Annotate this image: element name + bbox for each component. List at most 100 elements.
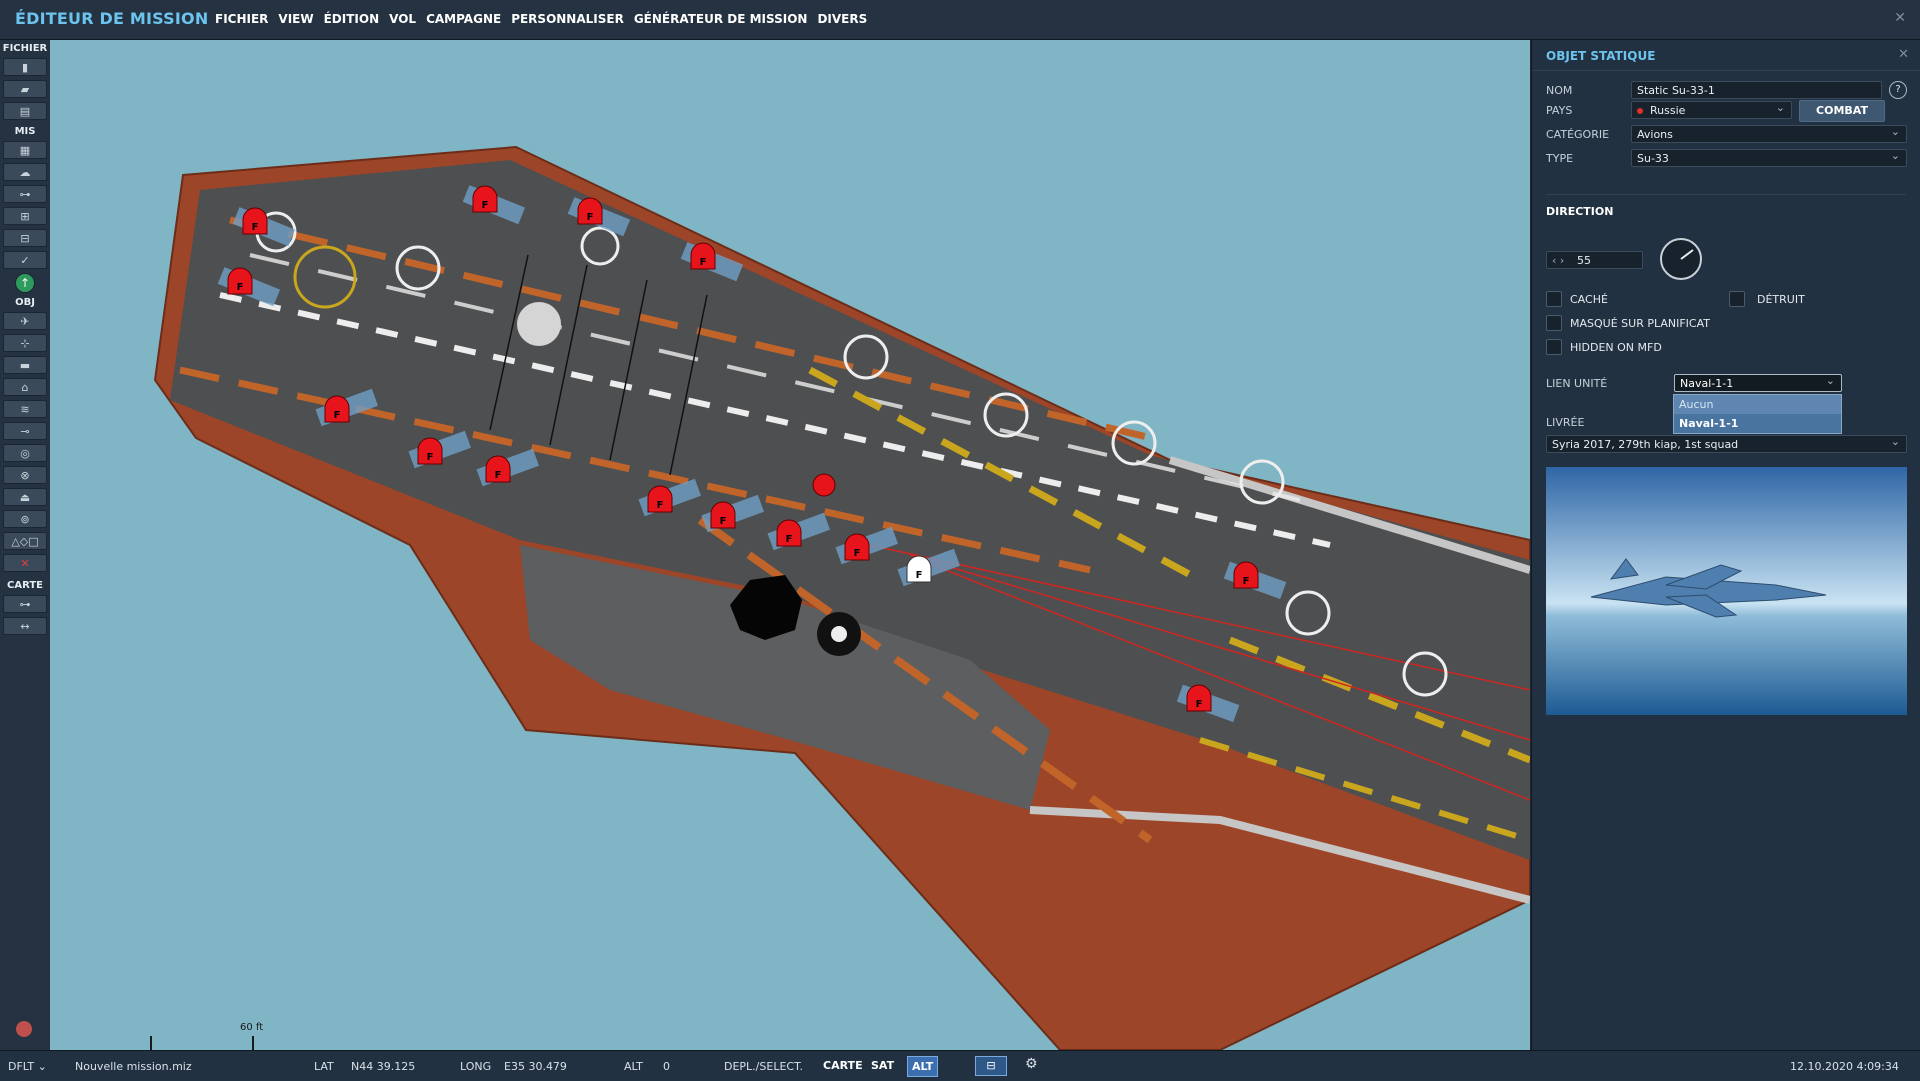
plane-icon[interactable]: ✈: [3, 312, 47, 330]
static-object-panel: OBJET STATIQUE ✕ NOM Static Su-33-1 ? PA…: [1531, 40, 1920, 1050]
map-mode-sat[interactable]: SAT: [867, 1056, 898, 1075]
category-select[interactable]: Avions: [1631, 123, 1907, 143]
svg-text:F: F: [657, 500, 664, 511]
dropdown-option-selected[interactable]: Naval-1-1: [1674, 414, 1841, 433]
direction-title: DIRECTION: [1546, 205, 1614, 218]
menu-campagne[interactable]: CAMPAGNE: [421, 12, 506, 26]
hidden-mfd-checkbox[interactable]: [1546, 339, 1562, 355]
heading-value: 55: [1577, 254, 1591, 267]
type-select[interactable]: Su-33: [1631, 147, 1907, 167]
svg-text:F: F: [700, 257, 707, 268]
type-label: TYPE: [1546, 152, 1574, 165]
destroyed-checkbox[interactable]: [1729, 291, 1745, 307]
menu-edition[interactable]: ÉDITION: [319, 12, 385, 26]
zone-icon[interactable]: ◎: [3, 444, 47, 462]
target-icon[interactable]: ⊗: [3, 466, 47, 484]
link-unit-dropdown-list: Aucun Naval-1-1: [1673, 394, 1842, 434]
heading-spinner[interactable]: ‹ › 55: [1546, 251, 1643, 269]
lat-label: LAT: [314, 1060, 334, 1073]
help-icon[interactable]: ?: [1889, 81, 1907, 99]
map-scale-label: 60 ft: [240, 1022, 264, 1033]
heading-dial[interactable]: [1658, 236, 1704, 282]
link-unit-label: LIEN UNITÉ: [1546, 377, 1608, 390]
menu-generateur[interactable]: GÉNÉRATEUR DE MISSION: [629, 12, 813, 26]
svg-text:F: F: [587, 212, 594, 223]
svg-text:F: F: [720, 516, 727, 527]
hidden-label: CACHÉ: [1570, 293, 1608, 306]
livery-select[interactable]: Syria 2017, 279th kiap, 1st squad: [1546, 433, 1907, 453]
ship-icon[interactable]: ⌂: [3, 378, 47, 396]
layers-icon[interactable]: ⊟: [975, 1056, 1007, 1076]
template-icon[interactable]: ⊚: [3, 510, 47, 528]
map-view[interactable]: F F F F F F F F F F F F F F F 60 ft: [50, 40, 1530, 1050]
country-value: Russie: [1650, 104, 1686, 117]
svg-text:F: F: [1243, 576, 1250, 587]
static-object-icon[interactable]: ⏏: [3, 488, 47, 506]
destroyed-label: DÉTRUIT: [1757, 293, 1805, 306]
svg-text:F: F: [786, 534, 793, 545]
panel-title: OBJET STATIQUE: [1546, 49, 1656, 63]
svg-text:F: F: [1196, 699, 1203, 710]
map-mode-alt[interactable]: ALT: [907, 1056, 939, 1077]
briefing-icon[interactable]: ▦: [3, 141, 47, 159]
svg-text:F: F: [252, 222, 259, 233]
app-title: ÉDITEUR DE MISSION: [15, 9, 209, 28]
svg-text:F: F: [237, 282, 244, 293]
helicopter-icon[interactable]: ⊹: [3, 334, 47, 352]
mission-file-name: Nouvelle mission.miz: [75, 1060, 192, 1073]
panel-header: OBJET STATIQUE ✕: [1532, 40, 1920, 71]
menu-personnaliser[interactable]: PERSONNALISER: [506, 12, 629, 26]
map-mode-carte[interactable]: CARTE: [819, 1056, 867, 1075]
country-flag-dot: [1637, 108, 1643, 114]
category-label: CATÉGORIE: [1546, 128, 1610, 141]
close-icon[interactable]: ✕: [1898, 47, 1909, 62]
name-label: NOM: [1546, 84, 1573, 97]
open-folder-icon[interactable]: ▰: [3, 80, 47, 98]
hidden-checkbox[interactable]: [1546, 291, 1562, 307]
country-select[interactable]: Russie: [1631, 99, 1792, 119]
toolbar-section-objects: OBJ: [15, 297, 35, 308]
svg-text:F: F: [334, 410, 341, 421]
name-field[interactable]: Static Su-33-1: [1631, 81, 1882, 99]
delete-icon[interactable]: ✕: [3, 554, 47, 572]
shapes-icon[interactable]: △◇□: [3, 532, 47, 550]
waypoint-icon[interactable]: ⊸: [3, 422, 47, 440]
new-file-icon[interactable]: ▮: [3, 58, 47, 76]
carrier-deck-map[interactable]: F F F F F F F F F F F F F F F: [50, 40, 1530, 1050]
svg-text:F: F: [482, 200, 489, 211]
triggers-icon[interactable]: ⊞: [3, 207, 47, 225]
hidden-planner-label: MASQUÉ SUR PLANIFICAT: [1570, 317, 1710, 330]
long-label: LONG: [460, 1060, 492, 1073]
resources-icon[interactable]: ⊟: [3, 229, 47, 247]
ground-unit-icon[interactable]: ▬: [3, 356, 47, 374]
structure-icon[interactable]: ≋: [3, 400, 47, 418]
menu-divers[interactable]: DIVERS: [812, 12, 872, 26]
menu-vol[interactable]: VOL: [384, 12, 421, 26]
profile-value: DFLT: [8, 1060, 35, 1073]
hidden-planner-checkbox[interactable]: [1546, 315, 1562, 331]
toolbar-section-map: CARTE: [7, 580, 43, 591]
link-unit-select[interactable]: Naval-1-1: [1674, 372, 1842, 392]
long-value: E35 30.479: [504, 1060, 567, 1073]
mode-label: DEPL./SELECT.: [724, 1060, 803, 1073]
record-icon[interactable]: [16, 1021, 32, 1037]
profile-select[interactable]: DFLT ⌄: [8, 1060, 47, 1073]
toolbar-section-mission: MIS: [14, 126, 36, 137]
check-icon[interactable]: ✓: [3, 251, 47, 269]
dropdown-option[interactable]: Aucun: [1674, 395, 1841, 414]
settings-icon[interactable]: ⚙: [1025, 1056, 1038, 1072]
measure-icon[interactable]: ⊶: [3, 595, 47, 613]
save-icon[interactable]: ▤: [3, 102, 47, 120]
combat-button[interactable]: COMBAT: [1799, 100, 1885, 122]
close-icon[interactable]: ✕: [1894, 10, 1906, 26]
toolbar-section-file: FICHIER: [2, 43, 48, 54]
fly-icon[interactable]: ↑: [15, 273, 35, 293]
menu-fichier[interactable]: FICHIER: [210, 12, 273, 26]
flight-plan-icon[interactable]: ⊶: [3, 185, 47, 203]
left-toolbar: FICHIER ▮ ▰ ▤ MIS ▦ ☁ ⊶ ⊞ ⊟ ✓ ↑ OBJ ✈ ⊹ …: [0, 40, 51, 1050]
menu-view[interactable]: VIEW: [273, 12, 318, 26]
weather-icon[interactable]: ☁: [3, 163, 47, 181]
hidden-mfd-label: HIDDEN ON MFD: [1570, 341, 1662, 354]
ruler-icon[interactable]: ↔: [3, 617, 47, 635]
spinner-arrows-icon[interactable]: ‹ ›: [1552, 252, 1564, 270]
